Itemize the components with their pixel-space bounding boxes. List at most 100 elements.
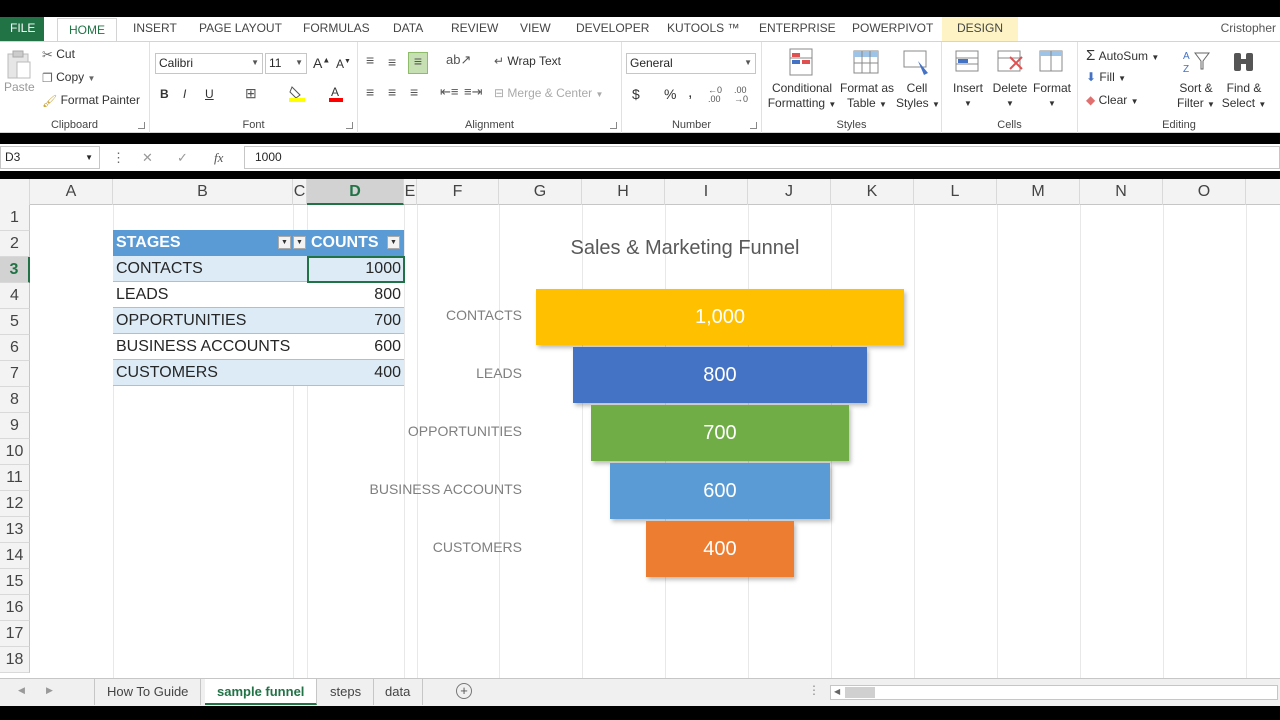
bold-button[interactable]: B <box>160 87 169 101</box>
scroll-left-icon[interactable]: ◀ <box>834 687 840 696</box>
copy-button[interactable]: ❐ Copy ▼ <box>42 70 95 85</box>
underline-button[interactable]: U <box>205 87 214 101</box>
row-header-10[interactable]: 10 <box>0 439 30 465</box>
stage-cell[interactable]: OPPORTUNITIES <box>116 308 246 334</box>
row-header-2[interactable]: 2 <box>0 231 30 257</box>
align-center-icon[interactable]: ≡ <box>388 84 396 100</box>
col-header-i[interactable]: I <box>665 179 748 205</box>
align-right-icon[interactable]: ≡ <box>410 84 418 100</box>
cell-styles-button[interactable]: Cell Styles ▼ <box>896 47 940 112</box>
col-header-a[interactable]: A <box>30 179 113 205</box>
format-painter-button[interactable]: 🖌 Format Painter <box>42 93 140 108</box>
sheet-tab-steps[interactable]: steps <box>318 679 375 705</box>
align-middle-icon[interactable]: ≡ <box>388 54 396 70</box>
row-header-11[interactable]: 11 <box>0 465 30 491</box>
scrollbar-thumb[interactable] <box>845 687 875 698</box>
enter-icon[interactable]: ✓ <box>177 150 188 166</box>
percent-button[interactable]: % <box>664 86 676 102</box>
cancel-icon[interactable]: ✕ <box>142 150 153 166</box>
italic-button[interactable]: I <box>183 87 186 101</box>
tab-home[interactable]: HOME <box>57 18 117 42</box>
insert-button[interactable]: Insert ▼ <box>948 47 988 111</box>
tab-view[interactable]: VIEW <box>520 17 551 41</box>
currency-button[interactable]: $ <box>632 86 640 102</box>
col-header-l[interactable]: L <box>914 179 997 205</box>
increase-font-button[interactable]: A▲ <box>313 55 330 71</box>
align-bottom-icon[interactable]: ≡ <box>408 52 428 74</box>
font-name-select[interactable]: Calibri ▼ <box>155 53 263 74</box>
stage-cell[interactable]: CONTACTS <box>116 256 203 282</box>
format-button[interactable]: Format ▼ <box>1032 47 1072 111</box>
horizontal-scrollbar[interactable]: ◀ <box>830 685 1278 700</box>
funnel-bar[interactable]: 600 <box>609 463 831 519</box>
row-header-9[interactable]: 9 <box>0 413 30 439</box>
row-header-12[interactable]: 12 <box>0 491 30 517</box>
funnel-bar[interactable]: 700 <box>591 405 849 461</box>
user-name[interactable]: Cristopher <box>1221 17 1276 39</box>
increase-indent-icon[interactable]: ≡⇥ <box>464 84 482 100</box>
decrease-decimal-icon[interactable]: .00 →0 <box>734 86 748 104</box>
header-stages[interactable]: STAGES <box>116 230 181 256</box>
clipboard-launcher-icon[interactable] <box>138 122 145 129</box>
row-header-6[interactable]: 6 <box>0 335 30 361</box>
col-header-g[interactable]: G <box>499 179 582 205</box>
col-header-e[interactable]: E <box>404 179 417 205</box>
row-header-5[interactable]: 5 <box>0 309 30 335</box>
row-header-16[interactable]: 16 <box>0 595 30 621</box>
filter-dropdown-icon[interactable]: ▼ <box>278 236 291 249</box>
row-header-13[interactable]: 13 <box>0 517 30 543</box>
orientation-icon[interactable]: ab↗ <box>446 52 471 68</box>
tab-kutools[interactable]: KUTOOLS ™ <box>667 17 739 41</box>
find-select-button[interactable]: Find & Select ▼ <box>1220 47 1268 112</box>
decrease-indent-icon[interactable]: ⇤≡ <box>440 84 458 100</box>
header-counts[interactable]: COUNTS <box>311 230 379 256</box>
format-as-table-button[interactable]: Format as Table ▼ <box>838 47 896 112</box>
alignment-launcher-icon[interactable] <box>610 122 617 129</box>
row-header-8[interactable]: 8 <box>0 387 30 413</box>
sheet-tab-data[interactable]: data <box>373 679 424 705</box>
tab-powerpivot[interactable]: POWERPIVOT <box>852 17 933 41</box>
number-format-select[interactable]: General ▼ <box>626 53 756 74</box>
paste-button[interactable]: Paste <box>4 50 35 94</box>
font-size-select[interactable]: 11 ▼ <box>265 53 307 74</box>
count-cell[interactable]: 600 <box>309 334 401 360</box>
row-header-4[interactable]: 4 <box>0 283 30 309</box>
funnel-bar[interactable]: 400 <box>646 521 794 577</box>
tab-insert[interactable]: INSERT <box>133 17 177 41</box>
align-left-icon[interactable]: ≡ <box>366 84 374 100</box>
sheet-tab-sample-funnel[interactable]: sample funnel <box>205 679 318 705</box>
sort-filter-button[interactable]: AZ Sort & Filter ▼ <box>1174 47 1218 112</box>
chart-title[interactable]: Sales & Marketing Funnel <box>520 237 850 260</box>
col-header-c[interactable]: C <box>293 179 307 205</box>
tab-page-layout[interactable]: PAGE LAYOUT <box>199 17 282 41</box>
scroll-left-icon[interactable]: ◀ <box>18 685 25 696</box>
stage-cell[interactable]: CUSTOMERS <box>116 360 218 386</box>
formula-input[interactable]: 1000 <box>244 146 1280 169</box>
tab-developer[interactable]: DEVELOPER <box>576 17 649 41</box>
tab-file[interactable]: FILE <box>0 17 44 41</box>
col-header-m[interactable]: M <box>997 179 1080 205</box>
align-top-icon[interactable]: ≡ <box>366 52 374 68</box>
col-header-k[interactable]: K <box>831 179 914 205</box>
col-header-d[interactable]: D <box>307 179 404 205</box>
tab-design[interactable]: DESIGN <box>942 17 1018 41</box>
comma-button[interactable]: , <box>688 84 692 102</box>
scroll-right-icon[interactable]: ▶ <box>46 685 53 696</box>
fill-button[interactable]: ⬇ Fill ▼ <box>1086 70 1126 84</box>
row-header-18[interactable]: 18 <box>0 647 30 673</box>
row-header-7[interactable]: 7 <box>0 361 30 387</box>
decrease-font-button[interactable]: A▼ <box>336 57 351 71</box>
fill-color-button[interactable] <box>288 84 306 105</box>
filter-dropdown-icon[interactable]: ▼ <box>387 236 400 249</box>
filter-dropdown-icon[interactable]: ▼ <box>293 236 306 249</box>
col-header-j[interactable]: J <box>748 179 831 205</box>
count-cell[interactable]: 800 <box>309 282 401 308</box>
funnel-bar[interactable]: 800 <box>572 347 868 403</box>
clear-button[interactable]: ◆ Clear ▼ <box>1086 93 1139 107</box>
tab-review[interactable]: REVIEW <box>451 17 498 41</box>
tab-enterprise[interactable]: ENTERPRISE <box>759 17 836 41</box>
col-header-f[interactable]: F <box>417 179 499 205</box>
col-header-o[interactable]: O <box>1163 179 1246 205</box>
sheet-tab-how-to-guide[interactable]: How To Guide <box>94 679 202 705</box>
cut-button[interactable]: ✂ Cut <box>42 47 75 63</box>
